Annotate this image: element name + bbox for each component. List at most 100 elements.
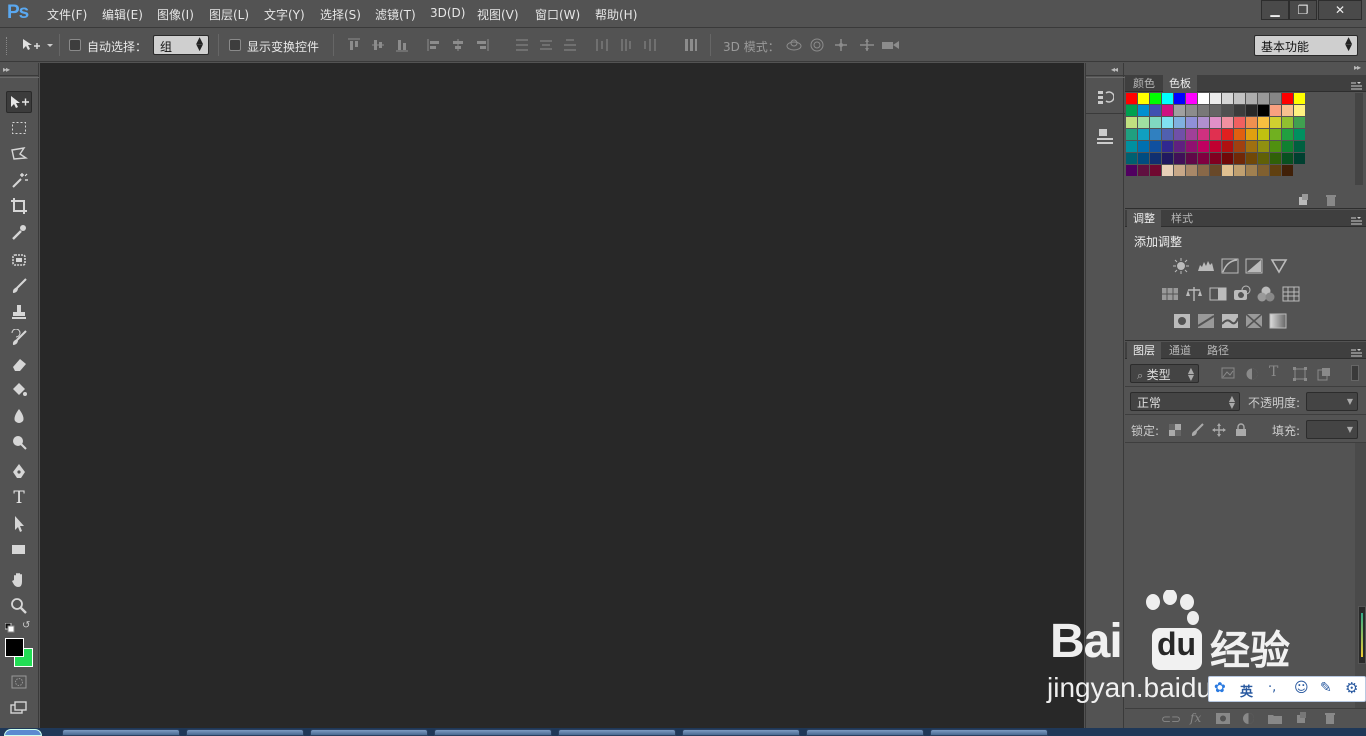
align-hcenter-icon[interactable] [451,38,465,52]
gradient-map-icon[interactable] [1269,312,1287,330]
taskbar-item[interactable] [558,729,676,736]
posterize-icon[interactable] [1197,312,1215,330]
color-swatch[interactable] [1294,129,1305,140]
new-layer-icon[interactable] [1295,712,1307,727]
filter-shape-icon[interactable] [1293,367,1307,384]
menu-file[interactable]: 文件(F) [47,6,87,23]
align-vcenter-icon[interactable] [371,38,385,52]
lock-transparent-icon[interactable] [1169,424,1181,439]
swatches-scrollbar[interactable] [1355,93,1363,185]
filter-pixel-icon[interactable] [1221,367,1235,382]
color-swatch[interactable] [1246,165,1257,176]
color-swatch[interactable] [1222,165,1233,176]
color-swatch[interactable] [1246,141,1257,152]
color-swatch[interactable] [1210,129,1221,140]
distribute-left-icon[interactable] [595,38,609,52]
blend-mode-dropdown[interactable]: 正常 ▲ ▼ [1130,392,1240,411]
3d-roll-icon[interactable] [810,38,824,52]
color-swatch[interactable] [1234,153,1245,164]
tab-adjustments[interactable]: 调整 [1127,210,1161,227]
color-swatch[interactable] [1126,105,1137,116]
brush-tool[interactable] [6,275,32,297]
channel-mixer-icon[interactable] [1257,285,1275,303]
color-swatch[interactable] [1210,141,1221,152]
tools-grip[interactable] [0,75,39,78]
taskbar-item[interactable] [186,729,304,736]
new-fill-layer-icon[interactable] [1242,712,1255,728]
hand-tool[interactable] [6,569,32,591]
color-swatch[interactable] [1246,153,1257,164]
opacity-input[interactable]: ▼ [1306,392,1358,411]
add-mask-icon[interactable] [1216,713,1230,727]
color-swatch[interactable] [1174,141,1185,152]
show-transform-checkbox[interactable] [229,39,241,51]
color-swatch[interactable] [1258,129,1269,140]
color-swatch[interactable] [1234,93,1245,104]
color-swatch[interactable] [1162,165,1173,176]
color-swatch[interactable] [1198,153,1209,164]
color-swatch[interactable] [1282,129,1293,140]
auto-select-dropdown[interactable]: 组 ▲ ▼ [153,35,209,55]
color-swatch[interactable] [1222,105,1233,116]
color-swatch[interactable] [1126,165,1137,176]
new-group-icon[interactable] [1268,713,1282,727]
color-swatch[interactable] [1162,141,1173,152]
color-swatch[interactable] [1174,153,1185,164]
color-swatch[interactable] [1210,153,1221,164]
color-swatch[interactable] [1210,117,1221,128]
menu-edit[interactable]: 编辑(E) [102,6,143,23]
color-swatch[interactable] [1198,105,1209,116]
exposure-icon[interactable] [1245,257,1263,275]
brightness-contrast-icon[interactable] [1172,257,1190,275]
menu-filter[interactable]: 滤镜(T) [375,6,416,23]
color-swatch[interactable] [1282,165,1293,176]
color-swatch[interactable] [1126,93,1137,104]
pen-tool[interactable] [6,461,32,483]
history-brush-tool[interactable] [6,327,32,349]
quick-mask-icon[interactable] [6,671,32,693]
color-swatch[interactable] [1282,105,1293,116]
color-swatch[interactable] [1246,117,1257,128]
dodge-tool[interactable] [6,431,32,453]
selective-color-icon[interactable] [1245,312,1263,330]
color-swatch[interactable] [1186,165,1197,176]
color-swatch[interactable] [1294,117,1305,128]
menu-type[interactable]: 文字(Y) [264,6,305,23]
color-swatch[interactable] [1294,93,1305,104]
3d-scale-icon[interactable] [881,38,901,52]
taskbar-item[interactable] [930,729,1048,736]
menu-view[interactable]: 视图(V) [477,6,519,23]
color-swatch[interactable] [1282,153,1293,164]
lock-position-icon[interactable] [1212,423,1226,440]
color-swatch[interactable] [1174,117,1185,128]
paint-bucket-tool[interactable] [6,379,32,401]
new-swatch-icon[interactable] [1297,194,1309,209]
restore-button[interactable]: ❐ [1289,0,1317,20]
color-swatch[interactable] [1138,105,1149,116]
vibrance-icon[interactable] [1270,257,1288,275]
layer-style-icon[interactable]: fx [1190,711,1201,725]
color-swatch[interactable] [1138,141,1149,152]
color-swatch[interactable] [1210,105,1221,116]
filter-toggle-switch[interactable] [1351,365,1359,381]
fill-input[interactable]: ▼ [1306,420,1358,439]
healing-brush-tool[interactable] [6,249,32,271]
auto-select-checkbox[interactable] [69,39,81,51]
type-tool[interactable]: T [6,487,32,509]
color-swatch[interactable] [1150,141,1161,152]
foreground-color-swatch[interactable] [5,638,24,657]
lasso-tool[interactable] [6,143,32,165]
color-swatch[interactable] [1126,129,1137,140]
clone-stamp-tool[interactable] [6,301,32,323]
ime-handwrite-icon[interactable]: ✎ [1320,680,1332,696]
color-swatch[interactable] [1186,117,1197,128]
panel-menu-icon[interactable] [1351,346,1362,357]
lock-all-icon[interactable] [1235,423,1247,440]
color-swatch[interactable] [1150,165,1161,176]
move-tool-preset-icon[interactable] [20,37,54,56]
color-swatch[interactable] [1162,93,1173,104]
taskbar-item[interactable] [62,729,180,736]
color-swatch[interactable] [1150,93,1161,104]
distribute-vcenter-icon[interactable] [539,38,553,52]
color-swatch[interactable] [1162,105,1173,116]
